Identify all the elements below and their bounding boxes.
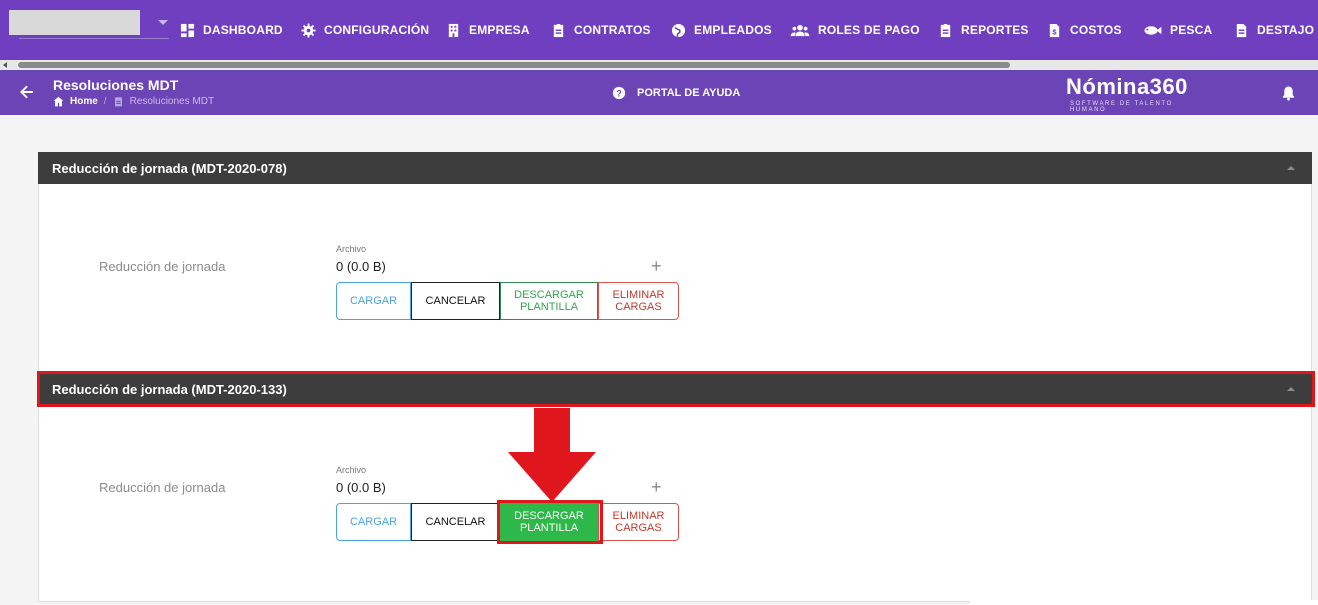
- company-selector-box[interactable]: [9, 10, 140, 35]
- nav-costos[interactable]: $ COSTOS: [1047, 20, 1122, 40]
- company-selector[interactable]: [9, 10, 171, 39]
- breadcrumb: Home / Resoluciones MDT: [53, 96, 214, 107]
- nav-configuracion-label: CONFIGURACIÓN: [324, 23, 430, 37]
- section-title: Reducción de jornada (MDT-2020-078): [52, 160, 287, 176]
- cargar-button[interactable]: CARGAR: [336, 503, 411, 541]
- logo-text: Nómina360: [1066, 74, 1188, 99]
- clipboard-icon: [940, 23, 951, 37]
- nav-reportes[interactable]: REPORTES: [938, 20, 1029, 40]
- row-label: Reducción de jornada: [99, 480, 226, 495]
- horizontal-scrollbar[interactable]: [0, 60, 1318, 70]
- nav-empresa-label: EMPRESA: [469, 23, 530, 37]
- chevron-up-icon[interactable]: [1287, 166, 1295, 170]
- svg-text:?: ?: [616, 89, 621, 99]
- section-header-078[interactable]: Reducción de jornada (MDT-2020-078): [38, 152, 1312, 184]
- gear-icon: [301, 22, 316, 38]
- logo: Nómina360 SOFTWARE DE TALENTO HUMANO: [1066, 74, 1211, 113]
- help-circle-icon: ?: [612, 86, 626, 100]
- users-icon: [790, 24, 810, 36]
- page-title: Resoluciones MDT: [53, 77, 179, 93]
- nav-costos-label: COSTOS: [1070, 23, 1122, 37]
- down-arrow-annotation: [508, 408, 596, 502]
- scrollbar-thumb[interactable]: [18, 62, 1010, 68]
- breadcrumb-home[interactable]: Home: [70, 96, 98, 107]
- plus-icon[interactable]: +: [651, 478, 662, 496]
- file-value: 0 (0.0 B): [336, 259, 386, 274]
- home-icon: [53, 96, 64, 107]
- dashboard-icon: [180, 23, 195, 37]
- nav-roles-de-pago-label: ROLES DE PAGO: [818, 23, 920, 37]
- clipboard-icon: [553, 23, 564, 37]
- nav-pesca[interactable]: PESCA: [1142, 20, 1212, 40]
- chevron-down-icon[interactable]: [158, 20, 168, 25]
- breadcrumb-current: Resoluciones MDT: [129, 96, 215, 107]
- company-selector-underline: [19, 38, 169, 39]
- cancelar-button[interactable]: CANCELAR: [411, 282, 500, 320]
- plus-icon[interactable]: +: [651, 257, 662, 275]
- upload-button-group: CARGAR CANCELAR DESCARGAR PLANTILLA ELIM…: [336, 282, 679, 320]
- eliminar-cargas-button[interactable]: ELIMINAR CARGAS: [598, 503, 679, 541]
- cancelar-button[interactable]: CANCELAR: [411, 503, 500, 541]
- help-portal-link[interactable]: ? PORTAL DE AYUDA: [612, 86, 740, 100]
- nav-empresa[interactable]: EMPRESA: [446, 20, 530, 40]
- nav-reportes-label: REPORTES: [961, 23, 1029, 37]
- nav-empleados-label: EMPLEADOS: [694, 23, 772, 37]
- file-icon: [1236, 23, 1247, 37]
- fish-icon: [1144, 25, 1162, 35]
- nav-roles-de-pago[interactable]: ROLES DE PAGO: [790, 20, 920, 40]
- svg-text:$: $: [1052, 27, 1057, 36]
- logo-tagline: SOFTWARE DE TALENTO HUMANO: [1070, 101, 1173, 113]
- nav-destajo[interactable]: DESTAJO: [1234, 20, 1314, 40]
- breadcrumb-separator: /: [103, 96, 107, 107]
- nav-pesca-label: PESCA: [1170, 23, 1213, 37]
- nav-dashboard[interactable]: DASHBOARD: [180, 20, 283, 40]
- row-label: Reducción de jornada: [99, 259, 226, 274]
- building-icon: [448, 23, 459, 37]
- highlight-box-button: [497, 500, 603, 544]
- file-value: 0 (0.0 B): [336, 480, 386, 495]
- cargar-button[interactable]: CARGAR: [336, 282, 411, 320]
- globe-icon: [671, 23, 686, 37]
- nav-configuracion[interactable]: CONFIGURACIÓN: [301, 20, 429, 40]
- page-bottom-edge: [970, 600, 1318, 605]
- descargar-plantilla-button[interactable]: DESCARGAR PLANTILLA: [500, 282, 598, 320]
- nav-destajo-label: DESTAJO: [1257, 23, 1315, 37]
- scroll-left-icon[interactable]: [3, 62, 7, 68]
- arrow-left-icon[interactable]: [19, 84, 35, 100]
- eliminar-cargas-button[interactable]: ELIMINAR CARGAS: [598, 282, 679, 320]
- clipboard-icon: [114, 97, 122, 107]
- nav-contratos-label: CONTRATOS: [574, 23, 651, 37]
- money-file-icon: $: [1049, 23, 1060, 37]
- nav-empleados[interactable]: EMPLEADOS: [671, 20, 772, 40]
- help-portal-label: PORTAL DE AYUDA: [637, 87, 741, 99]
- highlight-box-section: [37, 371, 1315, 407]
- file-label: Archivo: [336, 465, 367, 475]
- file-label: Archivo: [336, 244, 367, 254]
- bell-icon[interactable]: [1281, 85, 1296, 101]
- top-nav: DASHBOARD CONFIGURACIÓN EMPRESA CONTRATO…: [0, 0, 1318, 60]
- nav-dashboard-label: DASHBOARD: [203, 23, 283, 37]
- nav-contratos[interactable]: CONTRATOS: [551, 20, 651, 40]
